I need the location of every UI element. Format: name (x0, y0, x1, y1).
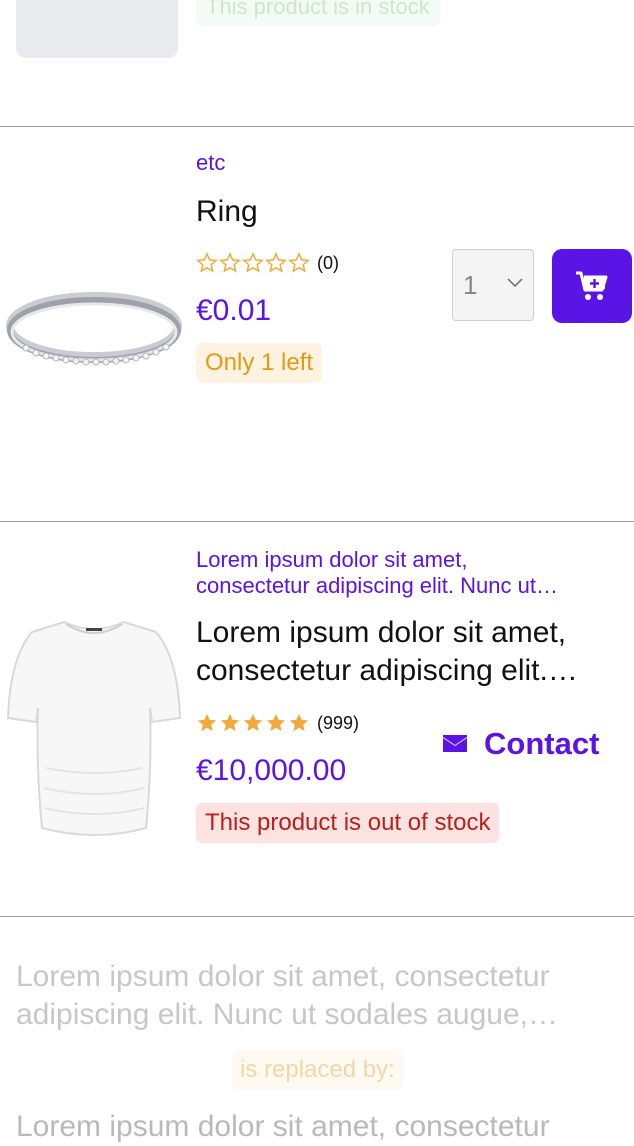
replaced-by-badge: is replaced by: (232, 1050, 403, 1090)
star-filled-icon (266, 713, 286, 732)
product-image-ring[interactable] (6, 282, 182, 383)
star-empty-icon (265, 252, 287, 273)
product-title-line: consectetur adipiscing elit.… (196, 654, 578, 687)
divider (0, 521, 634, 522)
star-filled-icon (220, 713, 240, 732)
product-image-shirt[interactable] (6, 618, 182, 845)
rating-count: (0) (317, 252, 339, 273)
product-category[interactable]: etc (196, 150, 225, 176)
star-empty-icon (288, 252, 310, 273)
cart-plus-icon (576, 271, 608, 300)
description-line: Lorem ipsum dolor sit amet, consectetur (16, 960, 550, 993)
product-title[interactable]: Lorem ipsum dolor sit amet, consectetur … (196, 614, 578, 690)
product-price: €10,000.00 (196, 754, 347, 787)
stock-badge: Only 1 left (196, 343, 323, 383)
product-title[interactable]: Ring (196, 193, 258, 231)
star-empty-icon (219, 252, 241, 273)
star-empty-icon (196, 252, 218, 273)
description-line: adipiscing elit. Nunc ut sodales augue,… (16, 998, 558, 1031)
divider (0, 126, 634, 127)
contact-label: Contact (484, 726, 600, 761)
rating-stars: (0) (196, 252, 339, 274)
star-filled-icon (197, 713, 217, 732)
divider (0, 916, 634, 917)
stock-badge-top: This product is in stock (196, 0, 440, 26)
rating-count: (999) (317, 712, 360, 733)
add-to-cart-button[interactable] (552, 249, 632, 323)
stock-badge: This product is out of stock (196, 803, 500, 843)
contact-button[interactable]: Contact (442, 724, 599, 764)
product-description-faded: Lorem ipsum dolor sit amet, consectetur … (16, 958, 616, 1034)
star-empty-icon (242, 252, 264, 273)
quantity-select[interactable]: 1 (452, 249, 534, 321)
product-title-line: Lorem ipsum dolor sit amet, (196, 616, 567, 649)
rating-stars: (999) (196, 712, 359, 734)
product-category-line: consectetur adipiscing elit. Nunc ut… (196, 573, 558, 598)
product-category-line: Lorem ipsum dolor sit amet, (196, 547, 468, 572)
chevron-down-icon (507, 278, 523, 288)
product-image-top[interactable] (16, 0, 178, 58)
product-category[interactable]: Lorem ipsum dolor sit amet, consectetur … (196, 547, 558, 599)
star-filled-icon (289, 713, 309, 732)
product-price: €0.01 (196, 294, 272, 327)
quantity-value: 1 (463, 270, 478, 300)
envelope-icon (443, 735, 467, 752)
product-description-faded: Lorem ipsum dolor sit amet, consectetur (16, 1110, 550, 1143)
star-filled-icon (243, 713, 263, 732)
